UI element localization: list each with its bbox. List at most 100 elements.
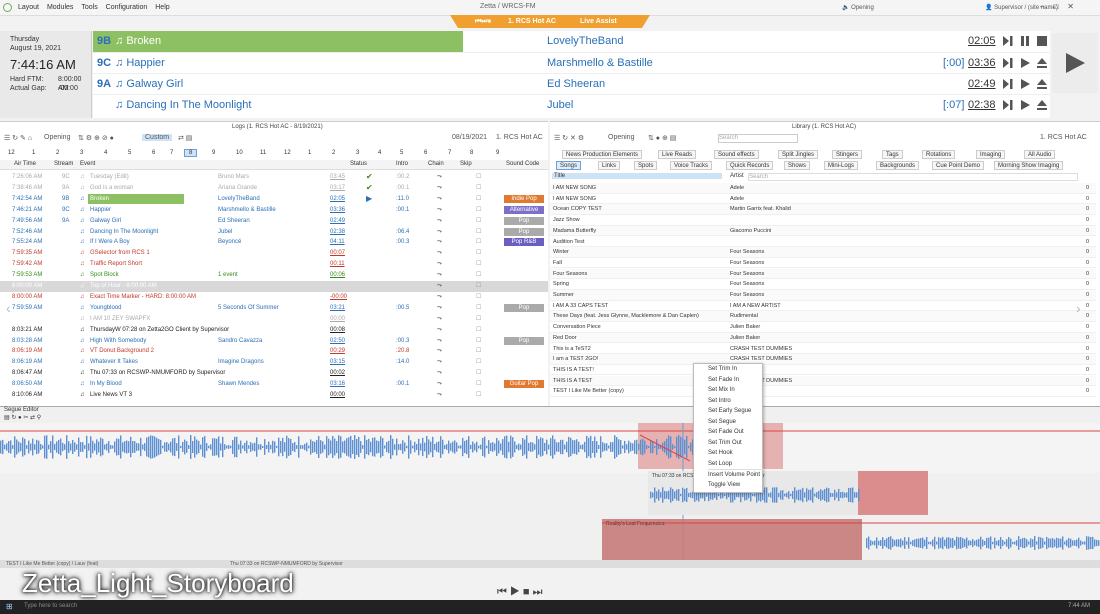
log-row[interactable]: 7:59:35 AM ♫ GSelector from RCS 1 00:07 ⤳ ☐ xyxy=(0,248,548,259)
library-row[interactable]: I AM A 33 CAPS TEST I AM A NEW ARTIST 0 xyxy=(550,301,1096,312)
hour-tab[interactable]: 9 xyxy=(212,150,215,156)
menu-set-trim-in[interactable]: Set Trim In xyxy=(708,364,737,374)
logs-tool-icons[interactable]: ⇅ ⚙ ⊕ ⊘ ● xyxy=(78,134,114,142)
tab-stingers[interactable]: Stingers xyxy=(832,150,863,159)
hour-tab-selected[interactable]: 8 xyxy=(184,149,198,157)
logs-view-select[interactable]: Custom xyxy=(142,134,173,141)
skip-checkbox[interactable]: ☐ xyxy=(476,216,481,227)
menu-set-fade-out[interactable]: Set Fade Out xyxy=(708,427,744,437)
prev-arrow-icon[interactable]: ‹ xyxy=(6,300,11,316)
playlist-row[interactable]: 9C ♫ Happier Marshmello & Bastille [:00]… xyxy=(93,52,1050,73)
library-row[interactable]: Red Door Julien Baker 0 xyxy=(550,332,1096,344)
skip-checkbox[interactable]: ☐ xyxy=(476,368,481,379)
logs-date[interactable]: 08/19/2021 xyxy=(452,134,487,141)
tab-tags[interactable]: Tags xyxy=(882,150,903,159)
log-row[interactable]: 8:06:19 AM ♫ Whatever It Takes Imagine Drag… xyxy=(0,357,548,368)
tab-voice-tracks[interactable]: Voice Tracks xyxy=(670,161,713,170)
hour-tab[interactable]: 5 xyxy=(128,150,131,156)
skip-checkbox[interactable]: ☐ xyxy=(476,357,481,368)
playlist-row[interactable]: 9A ♫ Galway Girl Ed Sheeran 02:49 xyxy=(93,73,1050,94)
skip-checkbox[interactable]: ☐ xyxy=(476,281,481,292)
hour-tab[interactable]: 5 xyxy=(400,150,403,156)
window-controls[interactable]: –□✕ xyxy=(1040,2,1083,11)
log-row[interactable]: 8:06:19 AM ♫ VT Donut Background 2 00:29:20… xyxy=(0,346,548,357)
tab-quick-records[interactable]: Quick Records xyxy=(726,161,774,170)
log-row[interactable]: 8:06:47 AM ♫ Thu 07:33 on RCSWP-NMUMFORD b… xyxy=(0,368,548,379)
library-row[interactable]: Jazz Show 0 xyxy=(550,215,1096,226)
library-row[interactable]: Fall Four Seasons 0 xyxy=(550,258,1096,269)
col-chain[interactable]: Chain xyxy=(428,161,444,167)
tab-sound-effects[interactable]: Sound effects xyxy=(714,150,759,159)
hour-tab[interactable]: 1 xyxy=(32,150,35,156)
log-row[interactable]: 7:59:42 AM ♫ Traffic Report Short 00:11 ⤳ ☐ xyxy=(0,259,548,270)
skip-checkbox[interactable]: ☐ xyxy=(476,194,481,205)
menu-toggle-view[interactable]: Toggle View xyxy=(708,480,740,490)
tab-split-jingles[interactable]: Split Jingles xyxy=(778,150,819,159)
big-play-button[interactable] xyxy=(1052,33,1098,93)
skip-checkbox[interactable]: ☐ xyxy=(476,172,481,183)
eject-icon[interactable] xyxy=(1035,98,1049,112)
logs-toolbar-icons[interactable]: ☰ ↻ ✎ ⌂ xyxy=(4,134,32,142)
maximize-icon[interactable]: □ xyxy=(1053,2,1067,11)
hour-tab[interactable]: 2 xyxy=(56,150,59,156)
skip-checkbox[interactable]: ☐ xyxy=(476,292,481,303)
tab-shows[interactable]: Shows xyxy=(784,161,811,170)
transport-mini-icon[interactable]: ⏮⏭⏸ xyxy=(475,15,491,28)
tab-rotations[interactable]: Rotations xyxy=(922,150,956,159)
col-status[interactable]: Status xyxy=(350,161,367,167)
col-sound-code[interactable]: Sound Code xyxy=(506,161,539,167)
library-row[interactable]: I am a TEST 2GO! CRASH TEST DUMMIES 0 xyxy=(550,354,1096,365)
hour-tab[interactable]: 2 xyxy=(332,150,335,156)
library-row[interactable]: Spring Four Seasons 0 xyxy=(550,279,1096,290)
log-row[interactable]: 8:00:00 AM ♫ Top of Hour - 8:00:00 AM ⤳ ☐ xyxy=(0,281,548,292)
hour-tab[interactable]: 6 xyxy=(152,150,155,156)
menu-tools[interactable]: Tools xyxy=(81,0,97,16)
tab-backgrounds[interactable]: Backgrounds xyxy=(876,161,920,170)
tab-songs[interactable]: Songs xyxy=(556,161,582,170)
tab-links[interactable]: Links xyxy=(598,161,621,170)
log-row[interactable]: 8:10:06 AM ♫ Live News VT 3 00:00 ⤳ ☐ xyxy=(0,390,548,401)
skip-next-icon[interactable] xyxy=(1001,56,1015,70)
library-row[interactable]: Ocean COPY TEST Martin Garrix feat. Khali… xyxy=(550,204,1096,215)
tab-morning-show-imaging[interactable]: Morning Show Imaging xyxy=(994,161,1064,170)
log-row[interactable]: 7:52:46 AM ♫ Dancing In The Moonlight Jubel… xyxy=(0,227,548,238)
menu-configuration[interactable]: Configuration xyxy=(106,0,148,16)
library-row[interactable]: Summer Four Seasons 0 xyxy=(550,290,1096,301)
log-row[interactable]: 8:06:50 AM ♫ In My Blood Shawn Mendes 03:16:… xyxy=(0,379,548,390)
play-icon[interactable] xyxy=(1018,77,1032,91)
log-row[interactable]: 7:26:06 AM 9C ♫ Tuesday (Edit) Bruno Mars 03:… xyxy=(0,172,548,183)
tab-live-reads[interactable]: Live Reads xyxy=(658,150,697,159)
menu-help[interactable]: Help xyxy=(155,0,169,16)
log-row[interactable]: 8:03:28 AM ♫ High With Somebody Sandro Cava… xyxy=(0,336,548,347)
library-row[interactable]: This is a TeST2 CRASH TEST DUMMIES 0 xyxy=(550,344,1096,355)
col-artist[interactable]: Artist xyxy=(730,173,744,179)
log-row[interactable]: 8:03:21 AM ♫ ThursdayW 07:28 on Zetta2GO C… xyxy=(0,325,548,336)
skip-checkbox[interactable]: ☐ xyxy=(476,379,481,390)
menu-set-loop[interactable]: Set Loop xyxy=(708,459,732,469)
skip-checkbox[interactable]: ☐ xyxy=(476,314,481,325)
pause-icon[interactable] xyxy=(1018,34,1032,48)
hour-tab[interactable]: 4 xyxy=(378,150,381,156)
logs-opening[interactable]: Opening xyxy=(44,134,70,141)
hour-tab[interactable]: 12 xyxy=(284,150,291,156)
hour-tab[interactable]: 7 xyxy=(448,150,451,156)
hour-tab[interactable]: 10 xyxy=(236,150,243,156)
hour-tab[interactable]: 3 xyxy=(356,150,359,156)
hour-tab[interactable]: 9 xyxy=(496,150,499,156)
col-title[interactable]: Title xyxy=(552,173,722,179)
hour-tab[interactable]: 7 xyxy=(170,150,173,156)
windows-start-icon[interactable]: ⊞ xyxy=(6,602,13,611)
rewind-icon[interactable]: ⏮ xyxy=(497,586,507,598)
log-row[interactable]: 7:59:59 AM ♫ Youngblood 5 Seconds Of Summer… xyxy=(0,303,548,314)
eject-icon[interactable] xyxy=(1035,56,1049,70)
segue-timeline[interactable]: TEST I Like Me Better (copy) / Lauv (fea… xyxy=(0,560,1100,568)
menu-set-trim-out[interactable]: Set Trim Out xyxy=(708,438,742,448)
col-stream[interactable]: Stream xyxy=(54,161,73,167)
col-intro[interactable]: Intro xyxy=(396,161,408,167)
skip-checkbox[interactable]: ☐ xyxy=(476,205,481,216)
skip-checkbox[interactable]: ☐ xyxy=(476,227,481,238)
col-skip[interactable]: Skip xyxy=(460,161,472,167)
library-search-input[interactable]: Search xyxy=(718,134,798,143)
minimize-icon[interactable]: – xyxy=(1040,2,1053,11)
segue-toolbar-icons[interactable]: ▤ ↻ ● ✂ ⇄ ⚲ xyxy=(4,414,41,421)
